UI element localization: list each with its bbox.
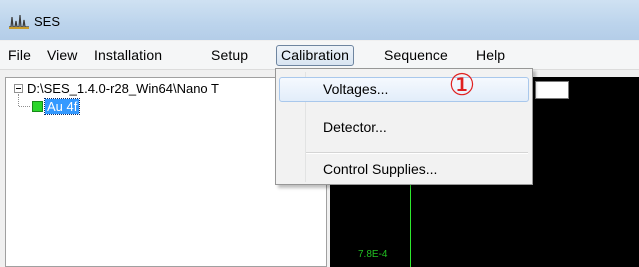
menu-installation[interactable]: Installation [94, 47, 162, 63]
menu-bar: File View Installation Setup Calibration… [0, 41, 639, 70]
menu-highlight [279, 77, 529, 102]
menu-calibration[interactable]: Calibration [276, 45, 355, 66]
window-title: SES [34, 14, 61, 29]
menu-view[interactable]: View [47, 47, 78, 63]
calibration-dropdown: Voltages... Detector... Control Supplies… [275, 68, 533, 185]
menu-item-detector[interactable]: Detector... [323, 119, 387, 135]
tree-connector-horizontal [19, 106, 30, 107]
title-bar: SES [0, 0, 639, 40]
tree-connector-vertical [18, 94, 19, 106]
menu-separator [306, 152, 528, 154]
menu-setup[interactable]: Setup [211, 47, 248, 63]
plot-value-field[interactable] [535, 81, 569, 99]
plot-trace [410, 172, 411, 267]
app-logo-icon [8, 13, 30, 32]
menu-item-control-supplies[interactable]: Control Supplies... [323, 161, 437, 177]
tree-root-item[interactable]: D:\SES_1.4.0-r28_Win64\Nano T [27, 81, 219, 96]
region-status-icon [32, 101, 43, 112]
tree-collapse-icon[interactable] [14, 84, 23, 93]
tree-item-region[interactable]: Au 4f [43, 98, 81, 115]
plot-axis-label: 7.8E-4 [358, 249, 388, 260]
menu-item-voltages[interactable]: Voltages... [323, 81, 388, 97]
menu-file[interactable]: File [8, 47, 31, 63]
menu-sequence[interactable]: Sequence [384, 47, 448, 63]
step-annotation: ① [448, 69, 476, 102]
menu-help[interactable]: Help [476, 47, 505, 63]
